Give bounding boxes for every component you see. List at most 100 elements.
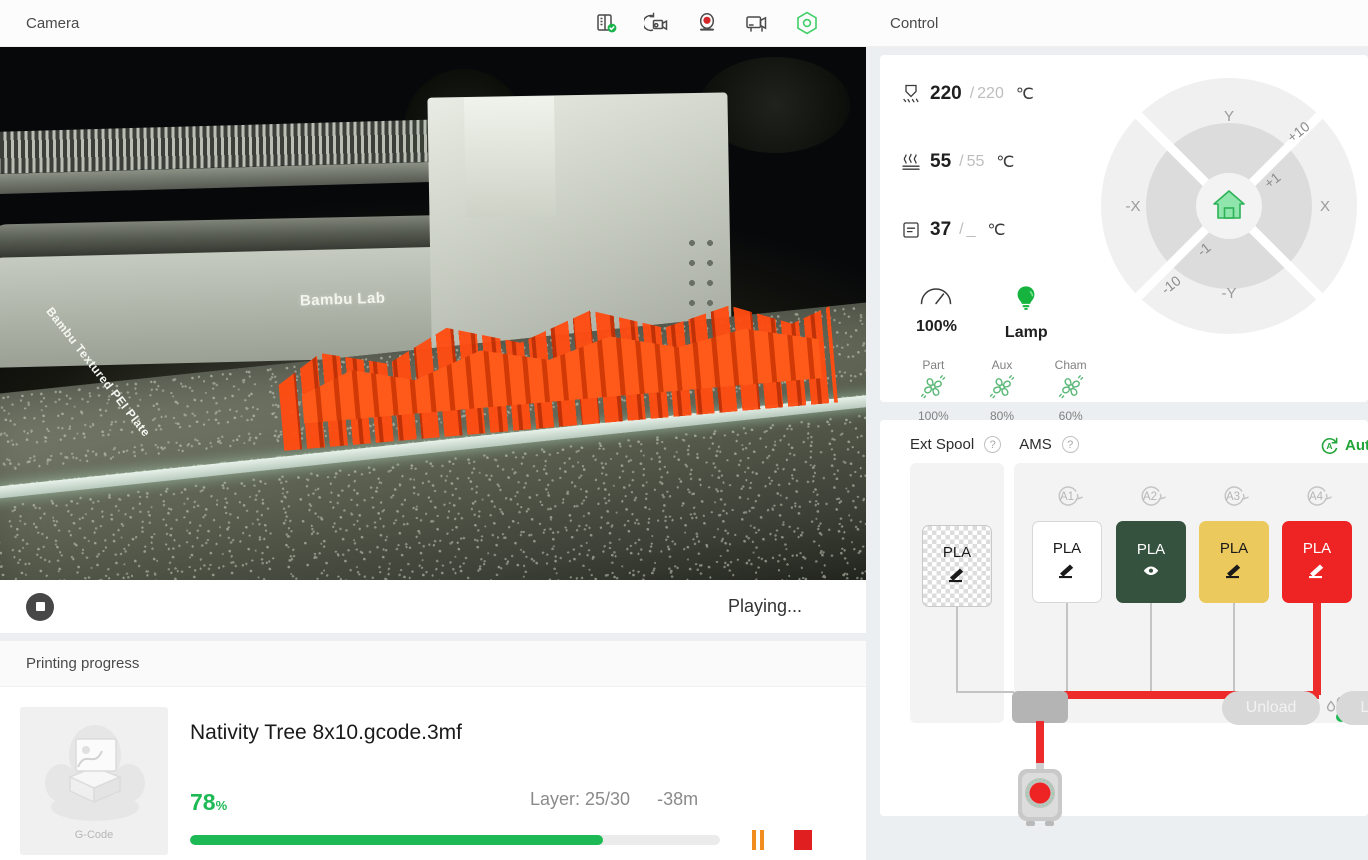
nozzle-temp-separator: / [969, 85, 975, 102]
ext-spool-help-icon[interactable]: ? [984, 436, 1002, 453]
camera-status-text: Playing... [727, 596, 802, 616]
fan-controls: Part 100% Aux 80% Cham 60% [898, 342, 1092, 423]
chamber-temp-unit: ℃ [987, 222, 1006, 239]
svg-text:A1: A1 [1059, 491, 1073, 503]
camera-panel: Camera Bambu Lab Bambu Textured PEI Plat… [0, 0, 866, 633]
ext-spool-slot[interactable]: PLA [922, 525, 992, 607]
print-speed-label: 100% [916, 318, 957, 335]
control-header: Control [866, 0, 1368, 47]
ams-header: Ext Spool ? AMS ? A Auto Refill [880, 420, 1368, 455]
progress-percent-value: 78 [190, 789, 216, 815]
ams-slot-label-a1[interactable]: A1 [1028, 483, 1111, 509]
pencil-icon[interactable] [1223, 563, 1245, 584]
ams-slot-a3-stem [1233, 603, 1235, 693]
bed-temp-unit: ℃ [996, 154, 1015, 171]
speed-lamp-row: 100% Lamp [898, 281, 1092, 342]
print-speed-control[interactable]: 100% [916, 283, 957, 342]
load-button[interactable]: Load [1336, 691, 1368, 725]
eye-icon[interactable] [1141, 564, 1161, 583]
device-status-icon[interactable] [594, 10, 620, 36]
ext-spool-label: Ext Spool [910, 436, 975, 453]
control-panel: 220 / 220 ℃ 55 / 55 ℃ 37 / _ ℃ 100% Lamp… [880, 55, 1368, 423]
ams-slot-a2[interactable]: PLA [1116, 521, 1186, 603]
chamber-fan-label: Cham [1054, 358, 1087, 372]
lamp-control[interactable]: Lamp [1005, 283, 1048, 342]
speed-gauge-icon [918, 283, 954, 312]
chamber-icon [898, 220, 924, 240]
stop-square-icon [35, 602, 45, 611]
camera-stop-button[interactable] [26, 592, 54, 621]
fan-icon [1056, 372, 1086, 407]
pencil-icon[interactable] [1306, 563, 1328, 584]
ams-slot-a1-material: PLA [1052, 540, 1082, 557]
ams-slot-a4-material: PLA [1302, 540, 1332, 557]
chamber-fan-control[interactable]: Cham 60% [1049, 358, 1092, 423]
ams-slot-label-a4[interactable]: A4 [1277, 483, 1360, 509]
ams-slot-a1[interactable]: PLA [1032, 521, 1102, 603]
part-fan-label: Part [922, 358, 945, 372]
bed-temperature-row[interactable]: 55 / 55 ℃ [898, 145, 1092, 179]
auto-refill-label: Auto Refill [1345, 437, 1368, 454]
axis-x-minus-label: -X [1126, 198, 1141, 215]
ams-slot-a4-feed [1313, 603, 1321, 695]
svg-text:A3: A3 [1225, 491, 1239, 503]
printer-monitor-app: Camera Bambu Lab Bambu Textured PEI Plat… [0, 0, 1368, 860]
progress-bar-fill [190, 835, 604, 845]
auto-refill-toggle[interactable]: A Auto Refill [1320, 436, 1368, 455]
pause-button[interactable] [752, 830, 764, 850]
printing-progress-header: Printing progress [0, 641, 866, 687]
pencil-icon[interactable] [1056, 563, 1078, 584]
control-title: Control [890, 14, 939, 32]
part-fan-control[interactable]: Part 100% [912, 358, 955, 423]
printing-progress-body: G-Code Nativity Tree 8x10.gcode.3mf 78% … [0, 687, 866, 855]
chamber-temp-target: _ [966, 221, 976, 238]
print-controls [752, 830, 812, 850]
timelapse-icon[interactable] [644, 10, 670, 36]
progress-bar-track [190, 835, 720, 845]
ext-spool-stem-h [956, 691, 1014, 693]
chamber-temperature-row[interactable]: 37 / _ ℃ [898, 213, 1092, 247]
progress-percent: 78% [190, 789, 227, 816]
printer-toolhead-block [463, 96, 557, 218]
ams-hub [1012, 691, 1068, 723]
nozzle-temp-target: 220 [977, 85, 1004, 102]
pencil-icon[interactable] [946, 567, 968, 588]
ams-slot-label-a3[interactable]: A3 [1194, 483, 1277, 509]
ams-slot-a2-stem [1150, 603, 1152, 693]
record-icon[interactable] [694, 10, 720, 36]
temperature-section: 220 / 220 ℃ 55 / 55 ℃ 37 / _ ℃ 100% Lamp… [880, 77, 1092, 423]
video-camera-icon[interactable] [744, 10, 770, 36]
camera-feed[interactable]: Bambu Lab Bambu Textured PEI Plate [0, 47, 866, 580]
bed-temp-current: 55 [930, 151, 952, 172]
ams-slot-a4[interactable]: PLA [1282, 521, 1352, 603]
ams-slot-a3-material: PLA [1219, 540, 1249, 557]
left-column: Camera Bambu Lab Bambu Textured PEI Plat… [0, 0, 866, 860]
layer-text: Layer: 25/30 [530, 789, 631, 809]
ams-help-icon[interactable]: ? [1061, 436, 1079, 453]
chamber-temp-current: 37 [930, 219, 952, 240]
axis-control-pad[interactable]: Y -Y X -X +10 +1 -1 -10 [1100, 77, 1358, 335]
ams-slot-labels: A1 A2 A3 A4 [1028, 483, 1368, 509]
lamp-bulb-icon [1011, 283, 1041, 318]
ams-panel: Ext Spool ? AMS ? A Auto Refill [880, 420, 1368, 826]
nozzle-temperature-row[interactable]: 220 / 220 ℃ [898, 77, 1092, 111]
axis-x-plus-label: X [1320, 198, 1330, 215]
fan-icon [987, 372, 1017, 407]
ams-slot-a1-stem [1066, 603, 1068, 693]
bed-temp-target: 55 [966, 153, 985, 170]
ext-spool-stem [956, 607, 958, 693]
axis-y-minus-label: -Y [1222, 285, 1237, 302]
ams-label: AMS [1019, 436, 1052, 453]
stop-print-button[interactable] [794, 830, 812, 850]
aux-fan-control[interactable]: Aux 80% [981, 358, 1024, 423]
axis-y-plus-label: Y [1224, 108, 1234, 125]
job-thumbnail: G-Code [20, 707, 168, 855]
ams-slot-label-a2[interactable]: A2 [1111, 483, 1194, 509]
nozzle-hexagon-icon[interactable] [794, 10, 820, 36]
unload-button[interactable]: Unload [1221, 691, 1321, 725]
ams-slot-a3[interactable]: PLA [1199, 521, 1269, 603]
ams-slot-a2-material: PLA [1136, 541, 1166, 558]
nozzle-temp-current: 220 [930, 83, 962, 104]
camera-title: Camera [26, 14, 80, 32]
ams-body: A1 A2 A3 A4 PLA PLA PLA PLA PLA Unload L [880, 463, 1368, 826]
